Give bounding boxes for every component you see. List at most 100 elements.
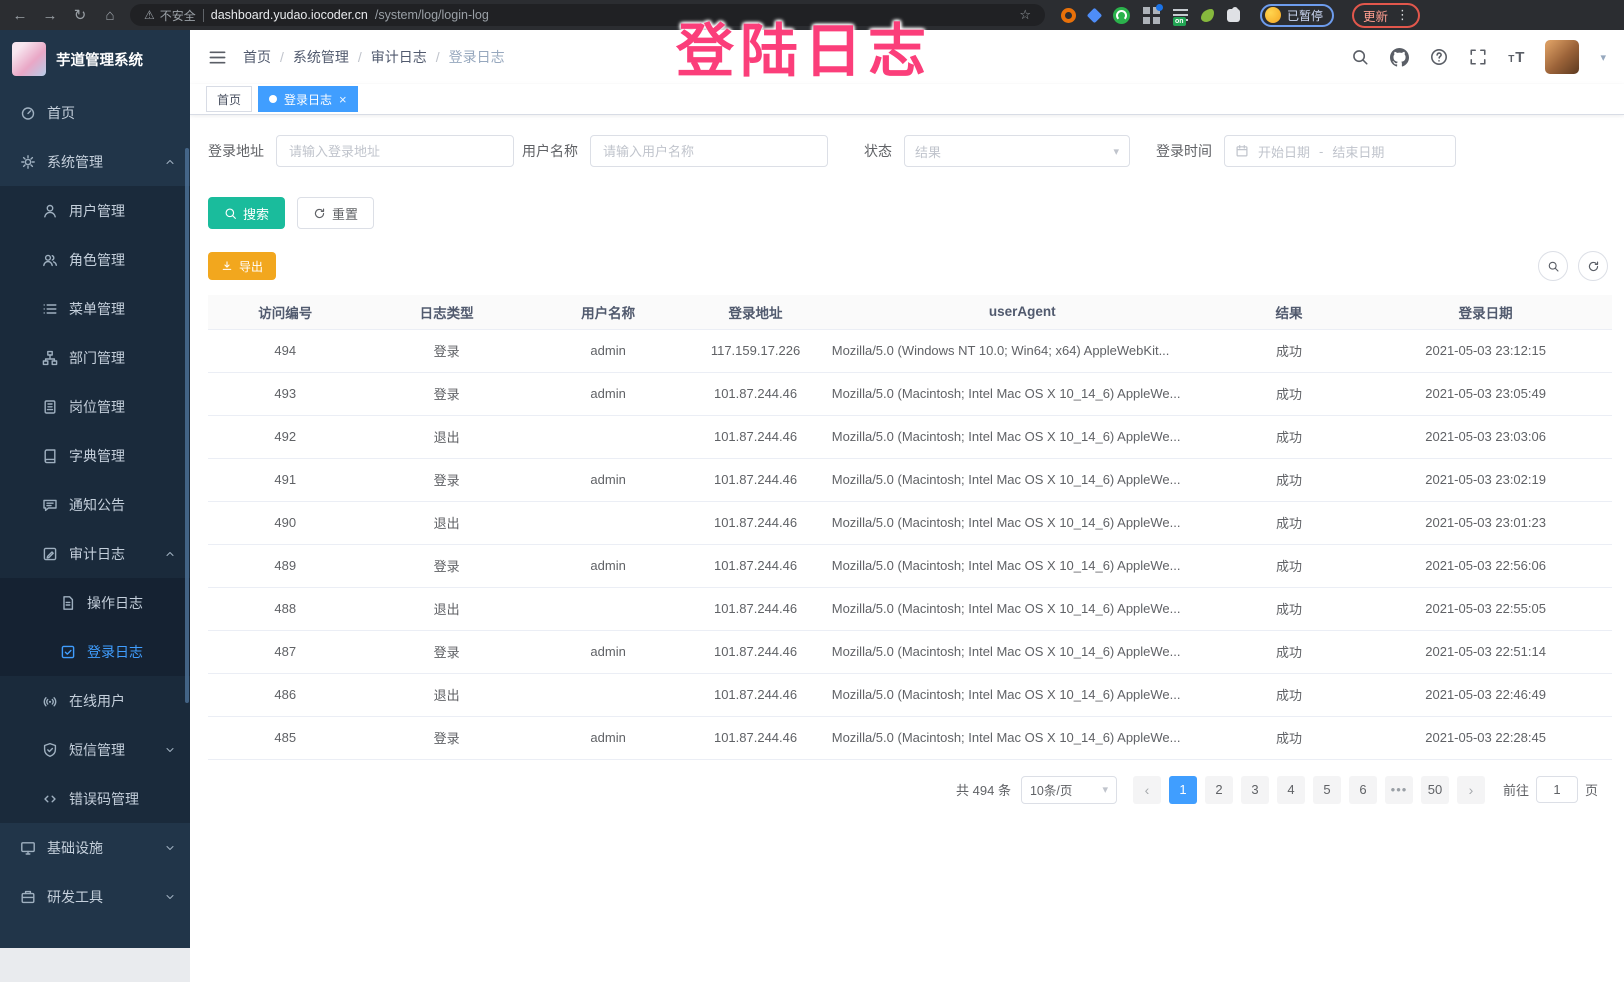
pagination-page-button[interactable]: 1 xyxy=(1169,776,1197,804)
font-size-icon[interactable]: TT xyxy=(1508,50,1524,65)
reset-button-label: 重置 xyxy=(332,204,358,223)
sidebar-item-home[interactable]: 首页 xyxy=(0,88,190,137)
sidebar-item-login-log[interactable]: 登录日志 xyxy=(0,627,190,676)
pagination-page-button[interactable]: 6 xyxy=(1349,776,1377,804)
hide-search-button[interactable] xyxy=(1538,251,1568,281)
status-select[interactable]: 结果 ▾ xyxy=(904,135,1130,167)
table-row[interactable]: 493登录admin101.87.244.46Mozilla/5.0 (Maci… xyxy=(208,372,1612,415)
table-row[interactable]: 488退出101.87.244.46Mozilla/5.0 (Macintosh… xyxy=(208,587,1612,630)
pagination-page-button[interactable]: 5 xyxy=(1313,776,1341,804)
sidebar-item-post-management[interactable]: 岗位管理 xyxy=(0,382,190,431)
page-content: 登录地址 用户名称 状态 结果 ▾ 登录时间 开始日期 - 结束日期 xyxy=(190,115,1624,982)
sidebar-item-role-management[interactable]: 角色管理 xyxy=(0,235,190,284)
url-divider xyxy=(203,9,204,22)
page-size-select[interactable]: 10条/页 ▾ xyxy=(1021,776,1117,804)
reset-button[interactable]: 重置 xyxy=(297,197,374,229)
sidebar-item-infrastructure[interactable]: 基础设施 xyxy=(0,823,190,872)
jump-page-input[interactable] xyxy=(1536,776,1578,803)
sidebar-item-menu-management[interactable]: 菜单管理 xyxy=(0,284,190,333)
breadcrumb-item[interactable]: 首页 xyxy=(243,47,271,67)
puzzle-extension-icon[interactable] xyxy=(1227,9,1240,22)
table-cell: 101.87.244.46 xyxy=(685,716,825,759)
export-button[interactable]: 导出 xyxy=(208,252,276,280)
search-button[interactable]: 搜索 xyxy=(208,197,285,229)
pagination-ellipsis[interactable]: ••• xyxy=(1385,776,1413,804)
profile-paused-chip[interactable]: 已暂停 xyxy=(1260,4,1334,27)
sidebar-item-label: 部门管理 xyxy=(69,348,125,368)
column-header-6[interactable]: 结果 xyxy=(1219,295,1359,329)
column-header-4[interactable]: 登录地址 xyxy=(685,295,825,329)
pagination-page-button[interactable]: 50 xyxy=(1421,776,1449,804)
table-row[interactable]: 492退出101.87.244.46Mozilla/5.0 (Macintosh… xyxy=(208,415,1612,458)
pagination-page-button[interactable]: 2 xyxy=(1205,776,1233,804)
breadcrumb-item[interactable]: 系统管理 xyxy=(293,47,349,67)
login-address-input[interactable] xyxy=(276,135,514,167)
sidebar-item-error-code-management[interactable]: 错误码管理 xyxy=(0,774,190,823)
tab-close-icon[interactable]: × xyxy=(339,92,347,107)
breadcrumb-item[interactable]: 审计日志 xyxy=(371,47,427,67)
tab-login-log[interactable]: 登录日志× xyxy=(258,86,358,112)
table-row[interactable]: 489登录admin101.87.244.46Mozilla/5.0 (Maci… xyxy=(208,544,1612,587)
browser-forward-icon[interactable]: → xyxy=(40,7,60,24)
sidebar-item-user-management[interactable]: 用户管理 xyxy=(0,186,190,235)
breadcrumb-item[interactable]: 登录日志 xyxy=(449,47,505,67)
hamburger-icon[interactable] xyxy=(208,48,227,67)
table-row[interactable]: 487登录admin101.87.244.46Mozilla/5.0 (Maci… xyxy=(208,630,1612,673)
table-row[interactable]: 491登录admin101.87.244.46Mozilla/5.0 (Maci… xyxy=(208,458,1612,501)
sidebar-item-sms-management[interactable]: 短信管理 xyxy=(0,725,190,774)
sidebar-item-online-users[interactable]: 在线用户 xyxy=(0,676,190,725)
user-avatar[interactable] xyxy=(1545,40,1579,74)
document-icon xyxy=(60,595,76,611)
app-title: 芋道管理系统 xyxy=(56,49,143,70)
wellness-extension-icon[interactable] xyxy=(1113,7,1130,24)
browser-update-button[interactable]: 更新 ⋮ xyxy=(1352,3,1420,28)
not-secure-warning[interactable]: ⚠ 不安全 xyxy=(144,7,196,24)
column-header-2[interactable]: 日志类型 xyxy=(362,295,530,329)
audit-log-icon xyxy=(42,546,58,562)
chevron-up-icon xyxy=(164,156,176,168)
avatar-caret-down-icon[interactable]: ▾ xyxy=(1600,51,1606,64)
login-time-range-picker[interactable]: 开始日期 - 结束日期 xyxy=(1224,135,1456,167)
export-button-label: 导出 xyxy=(239,258,263,275)
help-icon[interactable] xyxy=(1430,48,1448,66)
sidebar-item-system-management[interactable]: 系统管理 xyxy=(0,137,190,186)
browser-reload-icon[interactable]: ↻ xyxy=(70,6,90,24)
fullscreen-icon[interactable] xyxy=(1469,48,1487,66)
github-icon[interactable] xyxy=(1390,48,1409,67)
bookmark-star-icon[interactable]: ☆ xyxy=(1019,7,1031,23)
browser-menu-icon[interactable]: ⋮ xyxy=(1396,7,1409,23)
grid-extension-icon[interactable] xyxy=(1143,7,1160,24)
tab-home[interactable]: 首页 xyxy=(206,86,252,112)
sidebar-item-operation-log[interactable]: 操作日志 xyxy=(0,578,190,627)
browser-home-icon[interactable]: ⌂ xyxy=(100,7,120,24)
refresh-table-button[interactable] xyxy=(1578,251,1608,281)
table-row[interactable]: 494登录admin117.159.17.226Mozilla/5.0 (Win… xyxy=(208,329,1612,372)
column-header-7[interactable]: 登录日期 xyxy=(1359,295,1612,329)
column-header-5[interactable]: userAgent xyxy=(826,295,1219,329)
column-header-3[interactable]: 用户名称 xyxy=(531,295,685,329)
tab-manager-extension-icon[interactable]: on xyxy=(1173,9,1188,21)
username-input[interactable] xyxy=(590,135,828,167)
browser-back-icon[interactable]: ← xyxy=(10,7,30,24)
sidebar-scrollbar[interactable] xyxy=(185,148,189,703)
sidebar-item-dev-tools[interactable]: 研发工具 xyxy=(0,872,190,921)
pagination-page-button[interactable]: 3 xyxy=(1241,776,1269,804)
table-row[interactable]: 485登录admin101.87.244.46Mozilla/5.0 (Maci… xyxy=(208,716,1612,759)
sidebar-item-dept-management[interactable]: 部门管理 xyxy=(0,333,190,382)
pagination-next-button[interactable]: › xyxy=(1457,776,1485,804)
app-logo-row[interactable]: 芋道管理系统 xyxy=(0,30,190,88)
table-row[interactable]: 490退出101.87.244.46Mozilla/5.0 (Macintosh… xyxy=(208,501,1612,544)
pagination-prev-button[interactable]: ‹ xyxy=(1133,776,1161,804)
table-row[interactable]: 486退出101.87.244.46Mozilla/5.0 (Macintosh… xyxy=(208,673,1612,716)
sidebar-item-audit-log[interactable]: 审计日志 xyxy=(0,529,190,578)
pagination-page-button[interactable]: 4 xyxy=(1277,776,1305,804)
leaf-extension-icon[interactable] xyxy=(1201,9,1214,22)
adblock-extension-icon[interactable] xyxy=(1061,8,1076,23)
column-header-1[interactable]: 访问编号 xyxy=(208,295,362,329)
sidebar-item-notice-announcement[interactable]: 通知公告 xyxy=(0,480,190,529)
pagination-total: 共 494 条 xyxy=(956,780,1011,799)
sidebar-item-dict-management[interactable]: 字典管理 xyxy=(0,431,190,480)
table-cell: 成功 xyxy=(1219,673,1359,716)
gem-extension-icon[interactable] xyxy=(1087,7,1103,23)
search-icon[interactable] xyxy=(1351,48,1369,66)
